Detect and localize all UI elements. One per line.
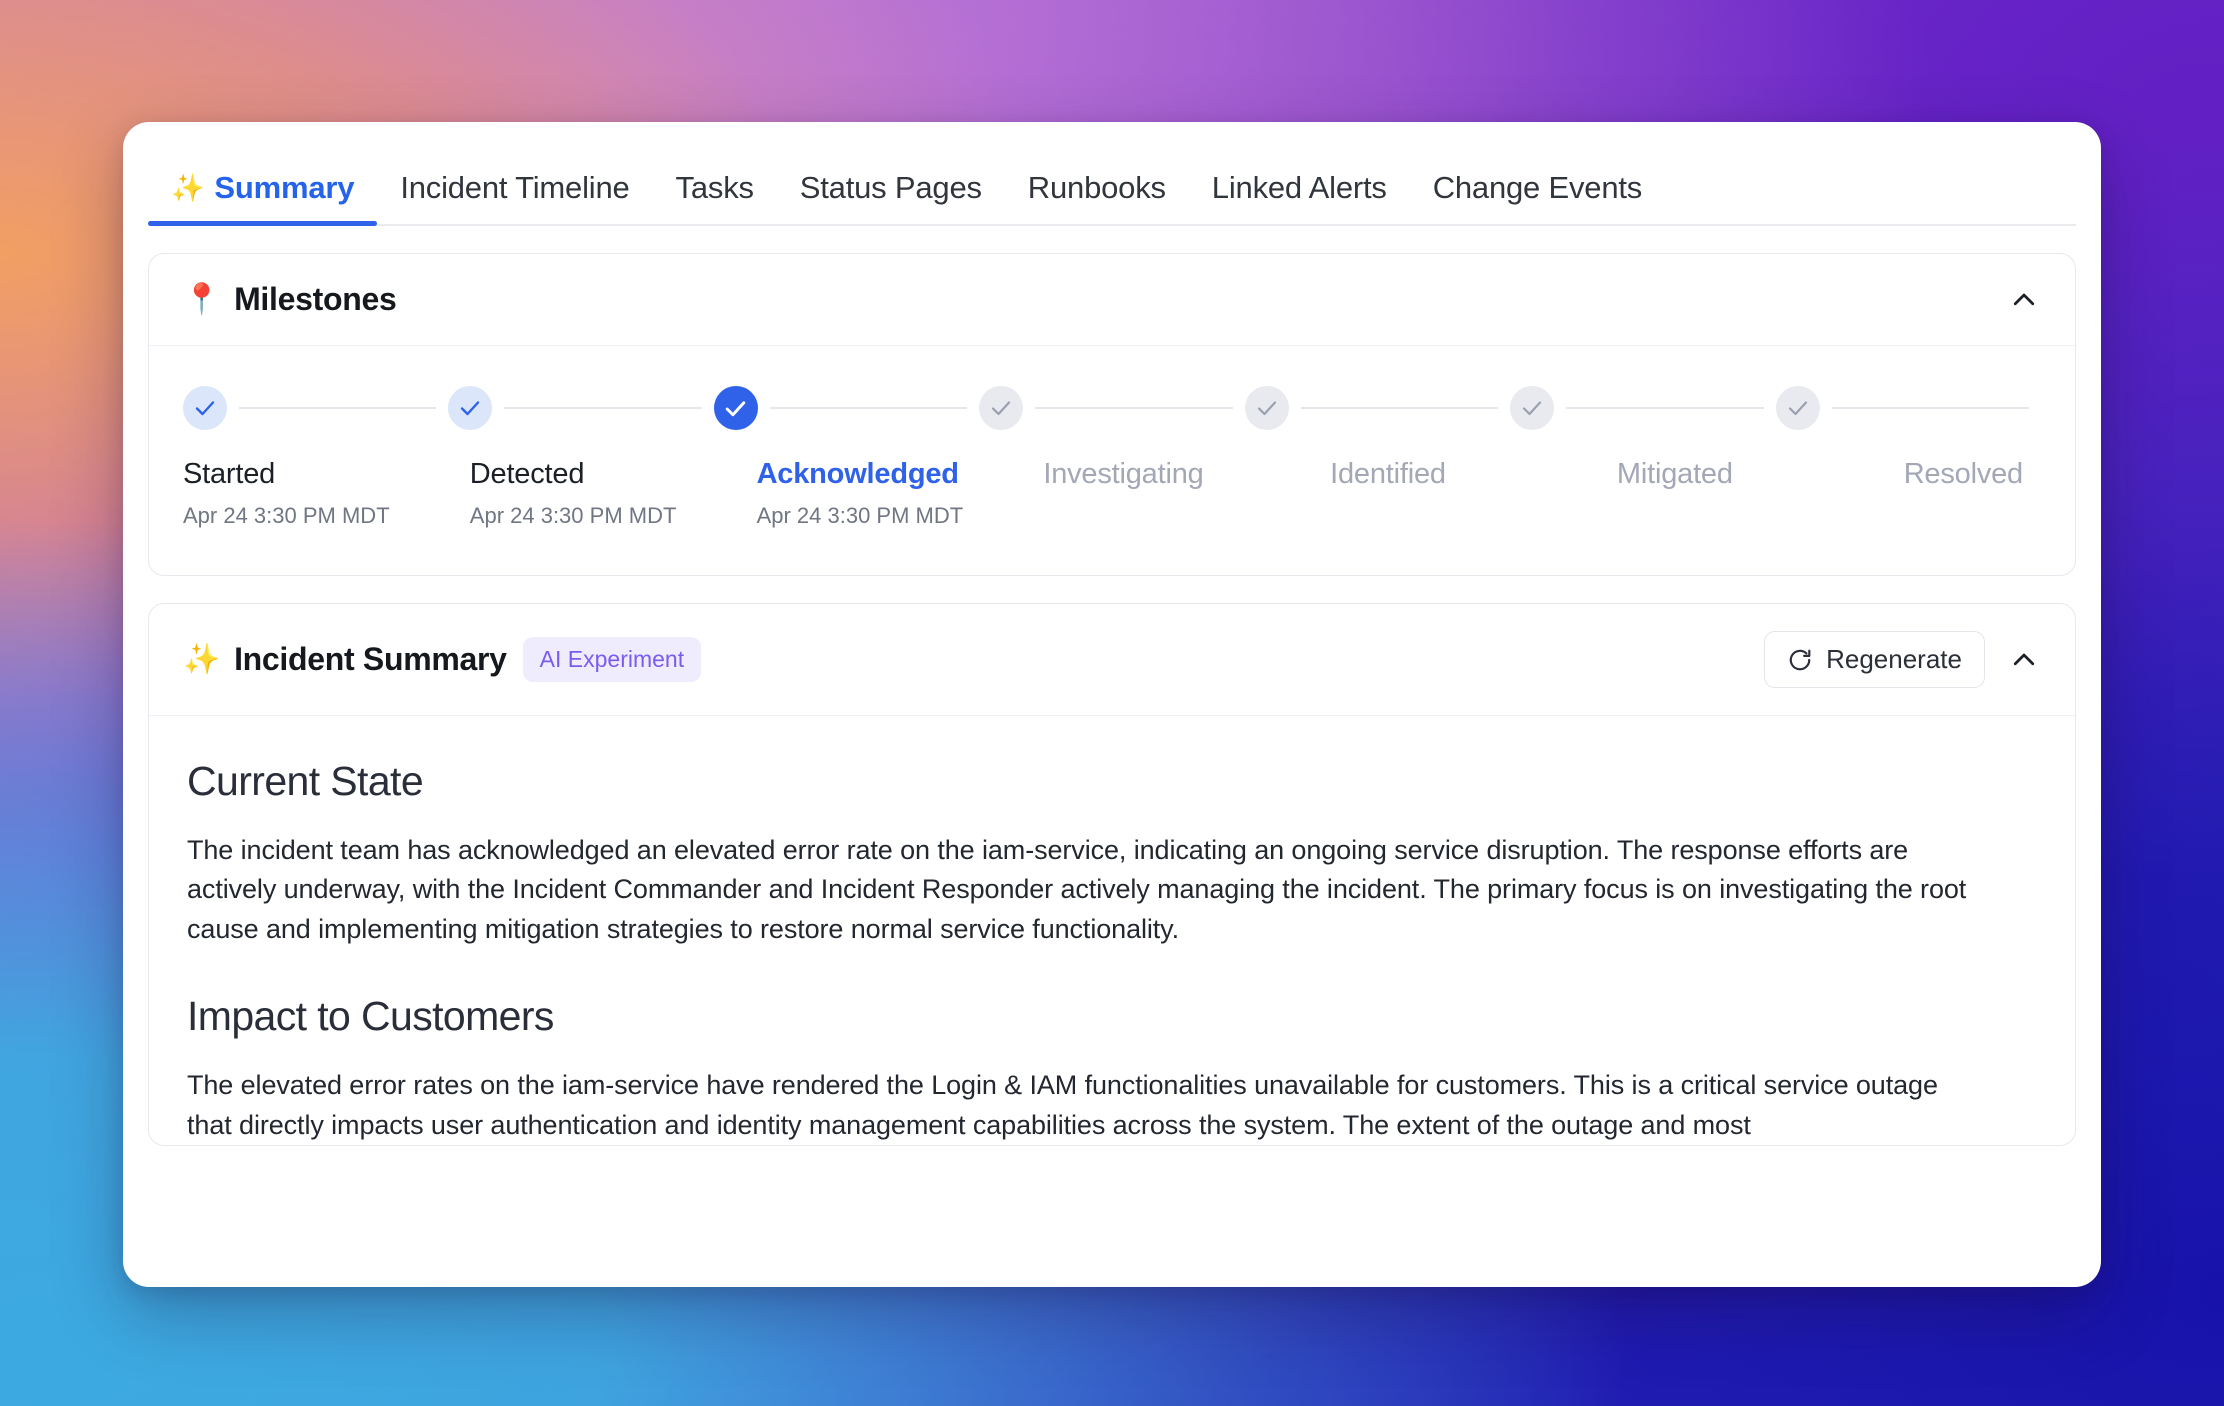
milestones-panel: 📍 Milestones Started Apr 24 3:30 PM MDT … — [148, 253, 2076, 576]
regenerate-label: Regenerate — [1826, 644, 1962, 674]
sparkles-icon: ✨ — [183, 643, 221, 676]
chevron-up-icon[interactable] — [2007, 643, 2041, 677]
milestone-mitigated: Mitigated — [1617, 458, 1904, 529]
milestone-node-investigating[interactable] — [979, 386, 1024, 430]
milestone-timestamp: Apr 24 3:30 PM MDT — [183, 503, 390, 528]
milestone-node-detected[interactable] — [448, 386, 493, 430]
milestones-body: Started Apr 24 3:30 PM MDT Detected Apr … — [149, 346, 2075, 575]
tab-summary[interactable]: ✨ Summary — [148, 170, 378, 226]
milestone-identified: Identified — [1330, 458, 1617, 529]
pushpin-icon: 📍 — [183, 283, 221, 316]
stepper-connector — [504, 407, 702, 409]
section-heading-impact-to-customers: Impact to Customers — [187, 993, 554, 1040]
chevron-up-icon[interactable] — [2007, 283, 2041, 317]
incident-summary-header: ✨ Incident Summary AI Experiment Regener… — [149, 604, 2075, 716]
milestone-timestamp: Apr 24 3:30 PM MDT — [756, 503, 964, 528]
refresh-icon — [1787, 647, 1813, 673]
incident-detail-card: ✨ Summary Incident Timeline Tasks Status… — [123, 122, 2101, 1287]
tab-label: Summary — [214, 170, 355, 205]
milestone-label: Identified — [1330, 458, 1446, 490]
sparkles-icon: ✨ — [171, 172, 205, 203]
tab-label: Status Pages — [799, 170, 982, 205]
incident-summary-body: Current State The incident team has ackn… — [149, 716, 2075, 1145]
tab-tasks[interactable]: Tasks — [653, 170, 777, 226]
milestone-investigating: Investigating — [1043, 458, 1330, 529]
tab-label: Change Events — [1432, 170, 1643, 205]
milestones-title-text: Milestones — [234, 281, 397, 317]
ai-experiment-badge: AI Experiment — [522, 637, 702, 682]
milestone-label: Detected — [469, 458, 585, 490]
milestone-started: Started Apr 24 3:30 PM MDT — [183, 458, 470, 529]
milestone-label: Mitigated — [1616, 458, 1733, 490]
regenerate-button[interactable]: Regenerate — [1764, 631, 1985, 688]
incident-summary-panel: ✨ Incident Summary AI Experiment Regener… — [148, 603, 2076, 1147]
incident-summary-title: ✨ Incident Summary — [183, 641, 507, 678]
section-heading-current-state: Current State — [187, 758, 424, 804]
milestone-label: Resolved — [1903, 458, 2024, 490]
milestone-acknowledged: Acknowledged Apr 24 3:30 PM MDT — [757, 458, 1044, 529]
incident-summary-title-text: Incident Summary — [234, 641, 507, 677]
stepper-connector — [1566, 407, 1764, 409]
incident-summary-title-group: ✨ Incident Summary AI Experiment — [183, 637, 702, 682]
tab-runbooks[interactable]: Runbooks — [1005, 170, 1189, 226]
tab-label: Tasks — [675, 170, 754, 205]
milestone-labels: Started Apr 24 3:30 PM MDT Detected Apr … — [183, 458, 2041, 529]
tab-bar: ✨ Summary Incident Timeline Tasks Status… — [123, 122, 2101, 226]
section-body-impact-to-customers: The elevated error rates on the iam-serv… — [187, 1070, 1938, 1140]
stepper-connector — [1035, 407, 1233, 409]
milestone-node-mitigated[interactable] — [1510, 386, 1555, 430]
tab-linked-alerts[interactable]: Linked Alerts — [1189, 170, 1410, 226]
section-body-current-state: The incident team has acknowledged an el… — [187, 835, 1967, 944]
milestone-stepper-track — [183, 386, 2041, 430]
milestones-title: 📍 Milestones — [183, 281, 397, 318]
tab-incident-timeline[interactable]: Incident Timeline — [377, 170, 652, 226]
milestone-label: Started — [183, 458, 276, 490]
tab-label: Runbooks — [1027, 170, 1166, 205]
milestone-label: Investigating — [1043, 458, 1204, 490]
stepper-connector — [1831, 407, 2029, 409]
milestone-node-resolved[interactable] — [1775, 386, 1820, 430]
tab-label: Linked Alerts — [1211, 170, 1387, 205]
milestone-node-acknowledged[interactable] — [713, 386, 758, 430]
stepper-connector — [239, 407, 437, 409]
milestone-detected: Detected Apr 24 3:30 PM MDT — [470, 458, 757, 529]
milestone-resolved: Resolved — [1904, 458, 2041, 529]
milestone-label: Acknowledged — [756, 458, 959, 490]
tab-change-events[interactable]: Change Events — [1410, 170, 1665, 226]
tab-status-pages[interactable]: Status Pages — [777, 170, 1005, 226]
milestone-timestamp: Apr 24 3:30 PM MDT — [469, 503, 677, 528]
tab-label: Incident Timeline — [400, 170, 630, 205]
milestones-panel-header: 📍 Milestones — [149, 254, 2075, 346]
milestone-node-started[interactable] — [183, 386, 227, 430]
incident-summary-actions: Regenerate — [1764, 631, 2041, 688]
stepper-connector — [769, 407, 968, 409]
stepper-connector — [1300, 407, 1499, 409]
milestone-node-identified[interactable] — [1244, 386, 1289, 430]
